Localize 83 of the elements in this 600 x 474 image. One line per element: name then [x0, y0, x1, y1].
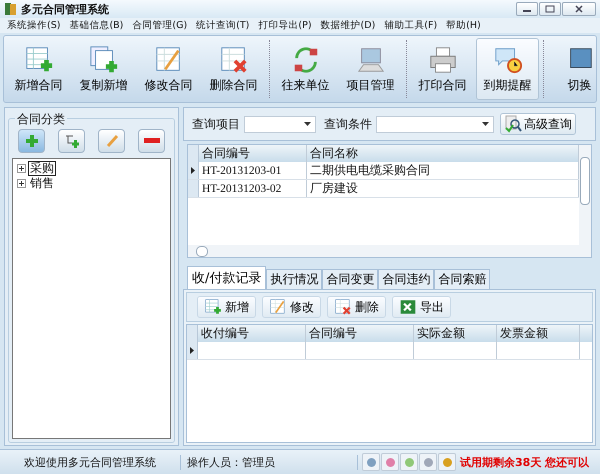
- header-corner: [187, 325, 198, 342]
- expand-icon[interactable]: [17, 164, 26, 173]
- menu-item[interactable]: 系统操作(S): [7, 19, 60, 32]
- skin-button[interactable]: [400, 453, 418, 471]
- menu-item[interactable]: 合同管理(G): [132, 19, 188, 32]
- table-cross-icon: [334, 298, 352, 316]
- toolbar-button[interactable]: 导出: [392, 296, 451, 318]
- toolbar-button[interactable]: 打印合同: [411, 38, 474, 100]
- minimize-button[interactable]: [516, 2, 538, 16]
- skin-button[interactable]: [419, 453, 437, 471]
- column-header[interactable]: 收付编号: [198, 325, 306, 342]
- table-cross-icon: [218, 44, 248, 74]
- welcome-text: 欢迎使用多元合同管理系统: [0, 454, 181, 470]
- group-title: 合同分类: [15, 111, 67, 128]
- tab[interactable]: 收/付款记录: [187, 266, 266, 289]
- tree-item[interactable]: 采购: [28, 161, 56, 176]
- table-plus-icon: [24, 44, 54, 74]
- tab[interactable]: 合同索赔: [434, 269, 490, 289]
- column-header[interactable]: 实际金额: [414, 325, 497, 342]
- toolbar-button[interactable]: 修改合同: [137, 38, 200, 100]
- trial-notice: 试用期剩余38天 您还可以: [460, 454, 590, 470]
- close-button[interactable]: [562, 2, 596, 16]
- add-button[interactable]: [18, 129, 45, 153]
- toolbar-button[interactable]: 往来单位: [274, 38, 337, 100]
- header-corner: [188, 145, 199, 162]
- add-child-button[interactable]: [58, 129, 85, 153]
- skin-button[interactable]: [381, 453, 399, 471]
- tree-item[interactable]: 销售: [28, 176, 56, 191]
- column-header[interactable]: 合同编号: [199, 145, 307, 162]
- advanced-search-button[interactable]: 高级查询: [500, 113, 576, 135]
- table-cell: HT-20131203-02: [199, 180, 307, 197]
- copy-plus-icon: [88, 44, 118, 74]
- row-indicator[interactable]: [187, 342, 198, 359]
- toolbar-button[interactable]: 删除: [327, 296, 386, 318]
- tab[interactable]: 执行情况: [266, 269, 322, 289]
- maximize-button[interactable]: [539, 2, 561, 16]
- delete-button[interactable]: [138, 129, 165, 153]
- tab[interactable]: 合同变更: [322, 269, 378, 289]
- toolbar-button[interactable]: 新增合同: [7, 38, 70, 100]
- toolbar-button[interactable]: 修改: [262, 296, 321, 318]
- menu-item[interactable]: 辅助工具(F): [384, 19, 438, 32]
- row-indicator[interactable]: [188, 162, 199, 179]
- spreadsheet-icon: [399, 298, 417, 316]
- plus-icon: [24, 134, 38, 148]
- minus-icon: [144, 138, 160, 144]
- window-title: 多元合同管理系统: [21, 2, 109, 16]
- table-plus-icon: [204, 298, 222, 316]
- toolbar-button[interactable]: 新增: [197, 296, 256, 318]
- tab[interactable]: 合同违约: [378, 269, 434, 289]
- field-label: 查询条件: [324, 116, 372, 132]
- field-label: 查询项目: [192, 116, 240, 132]
- skin-button[interactable]: [438, 453, 456, 471]
- app-logo-icon: [4, 2, 17, 16]
- pencil-icon: [104, 134, 118, 148]
- dropdown-arrow-icon: [304, 122, 311, 126]
- vertical-scrollbar[interactable]: [579, 145, 591, 257]
- branch-plus-icon: [64, 134, 80, 148]
- menu-item[interactable]: 打印导出(P): [258, 19, 312, 32]
- table-cell: HT-20131203-01: [199, 162, 307, 179]
- menu-item[interactable]: 统计查询(T): [196, 19, 250, 32]
- horizontal-scrollbar[interactable]: [188, 245, 579, 257]
- column-header[interactable]: 合同编号: [306, 325, 414, 342]
- close-icon: [574, 5, 584, 13]
- column-header[interactable]: 发票金额: [497, 325, 580, 342]
- search-check-icon: [504, 115, 522, 133]
- toolbar-button[interactable]: 切换: [548, 38, 596, 100]
- printer-icon: [428, 44, 458, 74]
- toolbar-button[interactable]: 项目管理: [339, 38, 402, 100]
- toolbar-button[interactable]: 到期提醒: [476, 38, 539, 100]
- menu-item[interactable]: 数据维护(D): [320, 19, 376, 32]
- dropdown-field[interactable]: [244, 116, 316, 132]
- dropdown-field[interactable]: [376, 116, 494, 132]
- toolbar-button[interactable]: 复制新增: [72, 38, 135, 100]
- edit-button[interactable]: [98, 129, 125, 153]
- menu-item[interactable]: 帮助(H): [446, 19, 481, 32]
- menu-item[interactable]: 基础信息(B): [69, 19, 124, 32]
- dropdown-arrow-icon: [482, 122, 489, 126]
- operator-text: 操作人员：管理员: [181, 454, 358, 470]
- expand-icon[interactable]: [17, 179, 26, 188]
- table-pencil-icon: [269, 298, 287, 316]
- toolbar-button[interactable]: 删除合同: [202, 38, 265, 100]
- skin-button[interactable]: [362, 453, 380, 471]
- maximize-icon: [545, 5, 555, 13]
